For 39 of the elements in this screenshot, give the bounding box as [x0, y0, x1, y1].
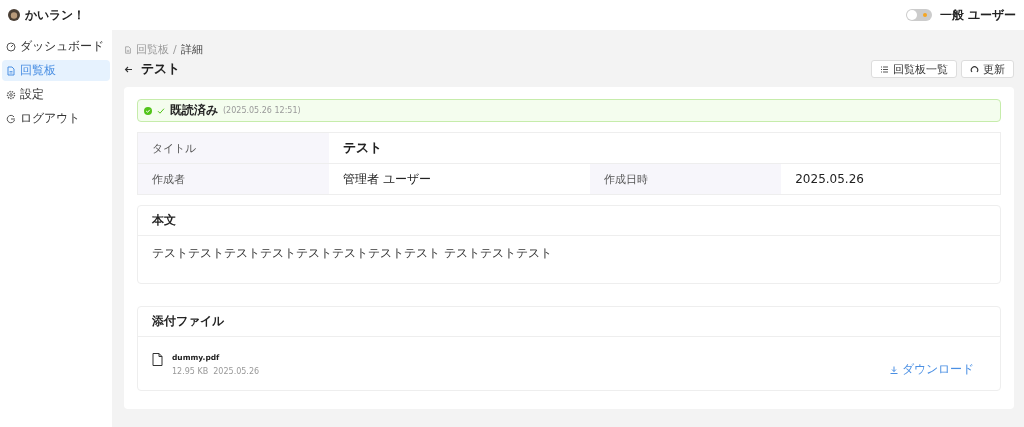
- gauge-icon: [6, 41, 16, 52]
- back-arrow-icon[interactable]: [124, 64, 133, 74]
- download-icon: [890, 365, 898, 374]
- file-icon: [152, 353, 163, 366]
- list-button[interactable]: 回覧板一覧: [871, 60, 957, 78]
- list-icon: [880, 64, 889, 74]
- body-text: テストテストテストテストテストテストテストテスト テストテストテスト: [151, 245, 553, 262]
- settings-icon: [6, 89, 16, 100]
- check-circle-icon: [144, 106, 152, 115]
- field-value: 2025.05.26: [781, 163, 1001, 195]
- refresh-button[interactable]: 更新: [961, 60, 1014, 78]
- field-label: 作成日時: [590, 163, 782, 195]
- document-icon: [6, 65, 16, 76]
- sun-icon: [922, 12, 928, 18]
- logo-icon: [8, 9, 20, 21]
- download-link[interactable]: ダウンロード: [890, 361, 974, 378]
- status-label: 既読済み: [170, 103, 218, 118]
- file-date: 2025.05.26: [213, 367, 260, 376]
- section-heading: 本文: [138, 206, 1000, 236]
- section-heading: 添付ファイル: [138, 307, 1000, 337]
- sidebar-item[interactable]: ログアウト: [2, 108, 110, 129]
- status-time: (2025.05.26 12:51): [223, 106, 301, 115]
- user-role: 一般 ユーザー: [940, 7, 1016, 23]
- breadcrumb-separator: /: [173, 43, 177, 56]
- field-label: タイトル: [137, 132, 329, 164]
- page-title: テスト: [141, 60, 180, 78]
- refresh-icon: [970, 64, 979, 74]
- breadcrumb-current: 詳細: [180, 42, 203, 57]
- logout-icon: [6, 113, 16, 124]
- sidebar-item[interactable]: ダッシュボード: [2, 36, 110, 57]
- sidebar-item[interactable]: 設定: [2, 84, 110, 105]
- document-icon: [124, 45, 132, 54]
- field-value: 管理者 ユーザー: [329, 163, 591, 195]
- title-value: テスト: [329, 132, 1001, 164]
- file-size: 12.95 KB: [172, 367, 209, 376]
- theme-toggle[interactable]: [906, 9, 932, 21]
- field-label: 作成者: [137, 163, 329, 195]
- check-icon: [157, 106, 165, 115]
- app-name: かいラン！: [25, 7, 85, 23]
